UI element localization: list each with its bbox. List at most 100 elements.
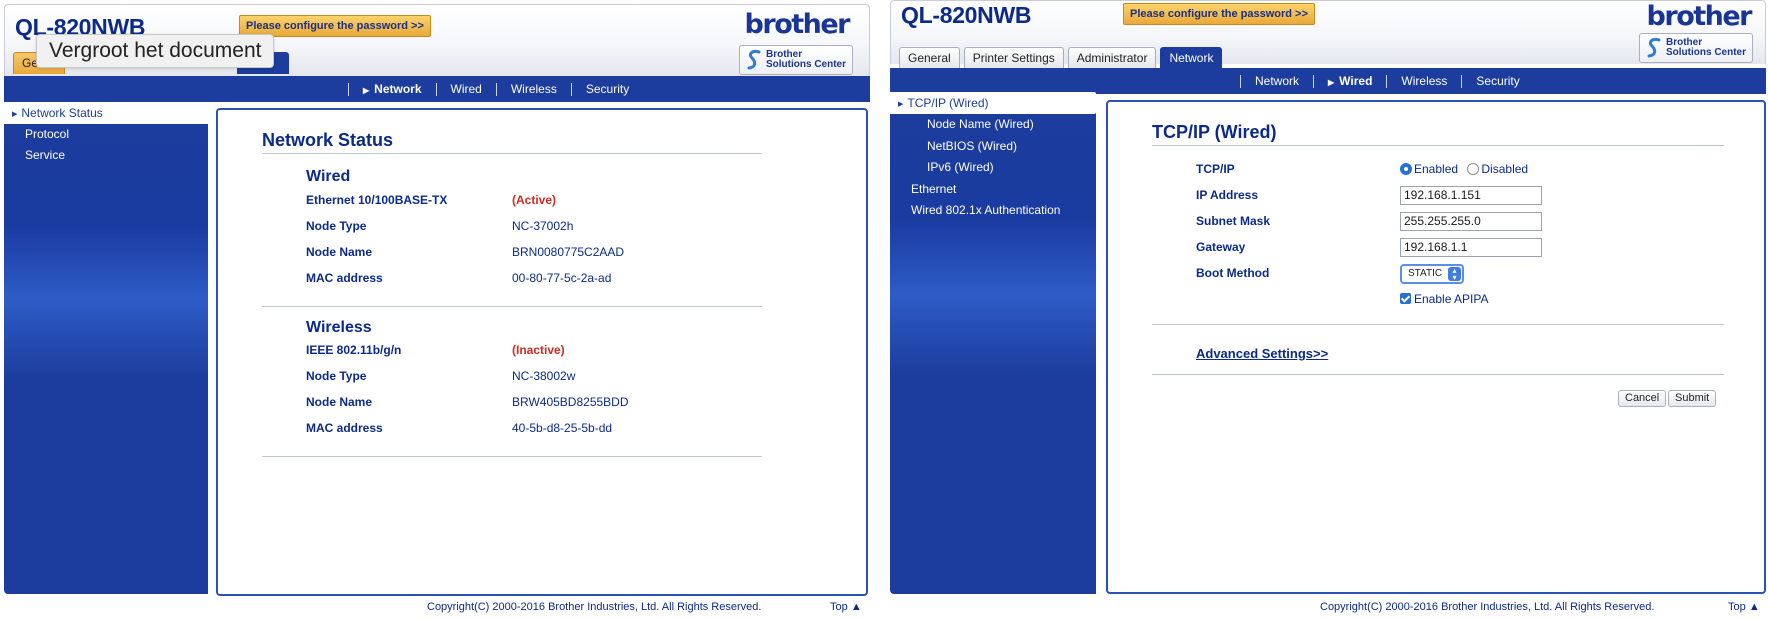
brother-logo: brother — [744, 9, 851, 40]
tab-network[interactable]: Network — [1160, 47, 1223, 69]
tcpip-radio-group: Enabled Disabled — [1400, 162, 1528, 176]
sidebar-item-netbios-wired[interactable]: NetBIOS (Wired) — [890, 135, 1096, 157]
solutions-center-button[interactable]: Brother Solutions Center — [1639, 33, 1753, 63]
subnav-item-security[interactable]: Security — [586, 82, 629, 96]
gateway-field[interactable]: 192.168.1.1 — [1400, 238, 1542, 257]
status-badge: (Inactive) — [512, 343, 565, 357]
brother-logo: brother — [1646, 1, 1753, 32]
subnav-divider — [570, 82, 572, 96]
sidebar-item-label: Protocol — [25, 127, 70, 141]
sidebar: ▶ Network Status Protocol Service — [4, 102, 210, 594]
subnav-item-wired[interactable]: ▶ Wired — [1328, 74, 1372, 88]
enable-apipa-checkbox[interactable]: Enable APIPA — [1400, 292, 1489, 306]
subnav-item-security[interactable]: Security — [1476, 74, 1519, 88]
sidebar-item-ipv6-wired[interactable]: IPv6 (Wired) — [890, 156, 1096, 178]
cancel-button[interactable]: Cancel — [1618, 390, 1667, 407]
row-value: BRN0080775C2AAD — [512, 245, 625, 259]
subnav-item-network[interactable]: ▶ Network — [363, 82, 422, 96]
subnav-item-wireless[interactable]: Wireless — [1401, 74, 1447, 88]
sidebar-item-label: NetBIOS (Wired) — [927, 138, 1018, 153]
subnav-item-label: Wired — [450, 82, 482, 96]
submit-button[interactable]: Submit — [1668, 390, 1717, 407]
subnav-item-label: Wired — [1339, 74, 1373, 88]
tab-administrator[interactable]: Administrator — [1067, 47, 1157, 69]
boot-method-select[interactable]: STATIC ▴ ▾ — [1400, 264, 1464, 284]
subnav-divider — [1313, 74, 1315, 88]
tooltip: Vergroot het document — [36, 34, 275, 68]
solutions-center-label: Brother Solutions Center — [1666, 37, 1747, 58]
triangle-right-icon: ▶ — [363, 86, 370, 95]
divider — [1152, 374, 1724, 375]
row-label: MAC address — [306, 421, 383, 435]
wireless-heading: Wireless — [306, 319, 372, 336]
triangle-right-icon: ▶ — [12, 111, 18, 118]
advanced-settings-link[interactable]: Advanced Settings>> — [1196, 346, 1328, 361]
network-status-panel: Network Status Wired Ethernet 10/100BASE… — [216, 108, 868, 596]
ip-address-field[interactable]: 192.168.1.151 — [1400, 186, 1542, 205]
subnav-divider — [1386, 74, 1388, 88]
subnav-item-network[interactable]: Network — [1255, 74, 1299, 88]
row-label: Ethernet 10/100BASE-TX — [306, 193, 448, 207]
sidebar-item-wired-802-1x-authentication[interactable]: Wired 802.1x Authentication — [890, 199, 1096, 221]
solutions-swirl-icon — [1647, 38, 1661, 58]
subnav-item-label: Wireless — [1401, 74, 1448, 88]
triangle-right-icon: ▶ — [1328, 78, 1335, 87]
tcpip-label: TCP/IP — [1196, 162, 1235, 176]
right-browser-pane: QL-820NWB Please configure the password … — [890, 0, 1768, 618]
gateway-label: Gateway — [1196, 240, 1246, 254]
subnav-divider — [348, 82, 349, 96]
configure-password-button[interactable]: Please configure the password >> — [1123, 3, 1315, 25]
tab-general[interactable]: General — [899, 47, 960, 69]
divider — [1152, 145, 1724, 146]
row-value: NC-37002h — [512, 219, 574, 233]
subnav-item-wired[interactable]: Wired — [451, 82, 482, 96]
row-label: Node Type — [306, 219, 367, 233]
copyright-text: Copyright(C) 2000-2016 Brother Industrie… — [1320, 601, 1655, 613]
sidebar: ▶ TCP/IP (Wired) Node Name (Wired) NetBIOS … — [890, 92, 1096, 594]
wired-heading: Wired — [306, 168, 351, 185]
row-label: Node Type — [306, 369, 367, 383]
sub-navigation: ▶ Network Wired Wireless Security — [4, 76, 870, 102]
row-label: Node Name — [306, 245, 373, 259]
tab-bar: General Printer Settings Administrator Netw… — [899, 47, 1223, 69]
row-label: Node Name — [306, 395, 373, 409]
subnet-mask-field[interactable]: 255.255.255.0 — [1400, 212, 1542, 231]
tab-printer-settings[interactable]: Printer Settings — [963, 47, 1064, 69]
tcpip-settings-panel: TCP/IP (Wired) TCP/IP Enabled Disabled I… — [1106, 100, 1766, 594]
tcpip-disabled-radio[interactable]: Disabled — [1467, 162, 1528, 176]
copyright-text: Copyright(C) 2000-2016 Brother Industrie… — [427, 601, 762, 613]
row-label: MAC address — [306, 271, 383, 285]
subnav-divider — [495, 82, 497, 96]
subnav-divider — [435, 82, 437, 96]
row-value: 00-80-77-5c-2a-ad — [512, 271, 612, 285]
divider — [1152, 324, 1724, 325]
sidebar-item-node-name-wired[interactable]: Node Name (Wired) — [890, 113, 1096, 135]
sidebar-item-label: TCP/IP (Wired) — [907, 96, 989, 110]
tcpip-enabled-radio[interactable]: Enabled — [1400, 162, 1458, 176]
subnav-item-wireless[interactable]: Wireless — [511, 82, 557, 96]
subnav-divider — [1240, 74, 1241, 88]
subnav-item-label: Security — [1476, 74, 1520, 88]
sub-navigation: Network ▶ Wired Wireless Security — [890, 68, 1766, 94]
arrow-up-icon: ▲ — [850, 601, 862, 613]
row-value: NC-38002w — [512, 369, 576, 383]
sidebar-item-ethernet[interactable]: Ethernet — [890, 178, 1096, 200]
top-link[interactable]: Top ▲ — [830, 601, 862, 613]
model-name: QL-820NWB — [901, 2, 1032, 28]
arrow-up-icon: ▲ — [1748, 601, 1760, 613]
row-value: BRW405BD8255BDD — [512, 395, 629, 409]
status-badge: (Active) — [512, 193, 557, 207]
sidebar-item-service[interactable]: Service — [4, 144, 208, 166]
sidebar-item-protocol[interactable]: Protocol — [4, 123, 208, 145]
subnav-divider — [1461, 74, 1463, 88]
page-header: QL-820NWB Please configure the password … — [890, 0, 1766, 69]
chevron-updown-icon: ▴ ▾ — [1448, 267, 1461, 282]
subnav-item-label: Wireless — [510, 82, 557, 96]
sidebar-item-tcp-ip-wired[interactable]: ▶ TCP/IP (Wired) — [890, 92, 1096, 114]
top-link[interactable]: Top ▲ — [1728, 601, 1760, 613]
radio-empty-icon — [1467, 163, 1480, 175]
solutions-center-label: Brother Solutions Center — [766, 49, 847, 70]
solutions-center-button[interactable]: Brother Solutions Center — [739, 45, 853, 75]
subnet-mask-label: Subnet Mask — [1196, 214, 1271, 228]
sidebar-item-network-status[interactable]: ▶ Network Status — [4, 102, 210, 124]
